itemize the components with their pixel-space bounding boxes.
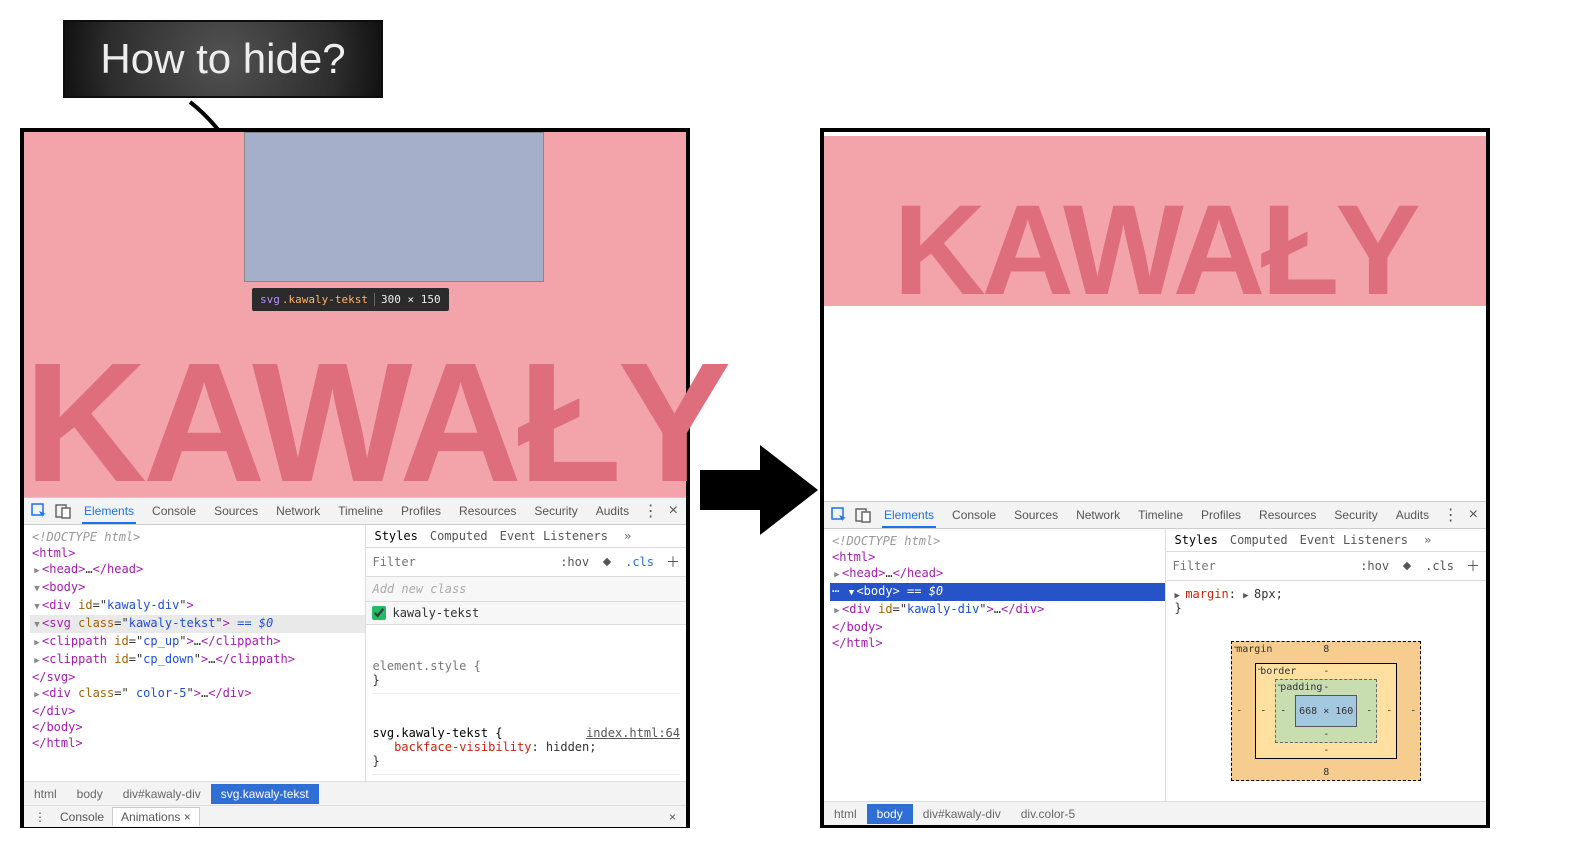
- crumb-svg[interactable]: svg.kawaly-tekst: [211, 784, 319, 804]
- devtools-body-left: <!DOCTYPE html> <html> <head>…</head> <b…: [24, 525, 686, 781]
- right-heading: KAWAŁY: [824, 177, 1486, 324]
- tooltip-class: .kawaly-tekst: [282, 293, 368, 306]
- right-render-area: KAWAŁY: [824, 136, 1486, 501]
- breadcrumb-left: html body div#kawaly-div svg.kawaly-teks…: [24, 781, 686, 805]
- diamond-icon[interactable]: [1395, 556, 1419, 576]
- diamond-icon[interactable]: [595, 552, 619, 572]
- callout-text: How to hide?: [100, 35, 345, 83]
- subtab-computed[interactable]: Computed: [430, 529, 488, 543]
- add-class-input[interactable]: Add new class: [366, 577, 686, 602]
- tab-security[interactable]: Security: [1332, 502, 1379, 528]
- drawer-close-icon[interactable]: ×: [663, 810, 682, 824]
- new-rule-plus-icon[interactable]: ＋: [1460, 552, 1486, 580]
- element-tooltip: svg .kawaly-tekst 300 × 150: [252, 288, 449, 311]
- left-render-area: KAWAŁY svg .kawaly-tekst 300 × 150: [24, 132, 686, 497]
- styles-filter-input[interactable]: [1166, 554, 1354, 578]
- left-heading: KAWAŁY: [24, 325, 686, 521]
- dom-doctype: <!DOCTYPE html>: [32, 530, 140, 544]
- class-name: kawaly-tekst: [392, 606, 479, 620]
- tab-profiles[interactable]: Profiles: [1199, 502, 1243, 528]
- subtab-listeners[interactable]: Event Listeners: [1300, 533, 1408, 547]
- class-toggle-row: kawaly-tekst: [366, 602, 686, 625]
- crumb-body[interactable]: body: [67, 784, 113, 804]
- dom-doctype: <!DOCTYPE html>: [832, 534, 940, 548]
- devtools-body-right: <!DOCTYPE html> <html> <head>…</head> ⋯ …: [824, 529, 1486, 801]
- drawer-more-icon[interactable]: ⋮: [28, 810, 52, 824]
- crumb-color5[interactable]: div.color-5: [1011, 804, 1085, 824]
- drawer-console[interactable]: Console: [52, 808, 112, 826]
- styles-col-left: Styles Computed Event Listeners » :hov .…: [365, 525, 686, 781]
- hov-button[interactable]: :hov: [554, 551, 595, 573]
- left-panel: KAWAŁY svg .kawaly-tekst 300 × 150 Eleme…: [20, 128, 690, 828]
- right-panel: KAWAŁY Elements Console Sources Network …: [820, 128, 1490, 828]
- css-rules[interactable]: element.style { } index.html:64svg.kawal…: [366, 625, 686, 781]
- dom-tree-right[interactable]: <!DOCTYPE html> <html> <head>…</head> ⋯ …: [824, 529, 1165, 801]
- styles-filter-input[interactable]: [366, 550, 554, 574]
- breadcrumb-right: html body div#kawaly-div div.color-5: [824, 801, 1486, 825]
- crumb-html[interactable]: html: [24, 784, 67, 804]
- tooltip-tag: svg: [260, 293, 280, 306]
- drawer-left: ⋮ Console Animations × ×: [24, 805, 686, 827]
- transition-arrow-icon: [700, 440, 820, 540]
- device-icon[interactable]: [852, 504, 874, 526]
- subtab-more-icon[interactable]: »: [624, 529, 631, 543]
- tab-console[interactable]: Console: [950, 502, 998, 528]
- drawer-animations[interactable]: Animations ×: [112, 807, 200, 826]
- kebab-icon[interactable]: ⋮: [1439, 505, 1463, 525]
- selected-dom-row[interactable]: ⋯ <body> == $0: [830, 583, 1165, 601]
- tooltip-dims: 300 × 150: [374, 293, 441, 306]
- subtab-listeners[interactable]: Event Listeners: [500, 529, 608, 543]
- subtab-styles[interactable]: Styles: [374, 529, 417, 543]
- subtab-styles[interactable]: Styles: [1174, 533, 1217, 547]
- svg-highlight-box: [244, 132, 544, 282]
- selected-dom-row[interactable]: <svg class="kawaly-tekst"> == $0: [30, 615, 365, 633]
- new-rule-plus-icon[interactable]: ＋: [660, 548, 686, 576]
- tab-timeline[interactable]: Timeline: [1136, 502, 1185, 528]
- inspect-icon[interactable]: [828, 504, 850, 526]
- devtools-tabbar-right: Elements Console Sources Network Timelin…: [824, 501, 1486, 529]
- cls-button[interactable]: .cls: [619, 551, 660, 573]
- tab-sources[interactable]: Sources: [1012, 502, 1060, 528]
- tab-network[interactable]: Network: [1074, 502, 1122, 528]
- class-checkbox[interactable]: [372, 606, 386, 620]
- css-rules-right[interactable]: margin: 8px; }: [1166, 581, 1486, 621]
- filter-row: :hov .cls ＋: [366, 548, 686, 577]
- crumb-div[interactable]: div#kawaly-div: [913, 804, 1011, 824]
- crumb-body[interactable]: body: [867, 804, 913, 824]
- styles-col-right: Styles Computed Event Listeners » :hov .…: [1165, 529, 1486, 801]
- right-pinkbar: KAWAŁY: [824, 136, 1486, 306]
- hov-button[interactable]: :hov: [1354, 555, 1395, 577]
- tab-resources[interactable]: Resources: [1257, 502, 1318, 528]
- left-pinkbar: KAWAŁY svg .kawaly-tekst 300 × 150: [24, 132, 686, 497]
- subtab-more-icon[interactable]: »: [1424, 533, 1431, 547]
- filter-row: :hov .cls ＋: [1166, 552, 1486, 581]
- styles-subtabs: Styles Computed Event Listeners »: [1166, 529, 1486, 552]
- crumb-html[interactable]: html: [824, 804, 867, 824]
- close-icon[interactable]: ×: [1465, 506, 1482, 524]
- styles-subtabs: Styles Computed Event Listeners »: [366, 525, 686, 548]
- dom-tree-left[interactable]: <!DOCTYPE html> <html> <head>…</head> <b…: [24, 525, 365, 781]
- callout-box: How to hide?: [63, 20, 383, 98]
- cls-button[interactable]: .cls: [1419, 555, 1460, 577]
- box-model: margin 88 -- border ---- padding ---- 66…: [1231, 641, 1421, 781]
- tab-elements[interactable]: Elements: [882, 502, 936, 528]
- subtab-computed[interactable]: Computed: [1230, 533, 1288, 547]
- box-content-size: 668 × 160: [1299, 706, 1353, 717]
- crumb-div[interactable]: div#kawaly-div: [113, 784, 211, 804]
- tab-audits[interactable]: Audits: [1394, 502, 1431, 528]
- devtools-tabs-right: Elements Console Sources Network Timelin…: [882, 502, 1431, 528]
